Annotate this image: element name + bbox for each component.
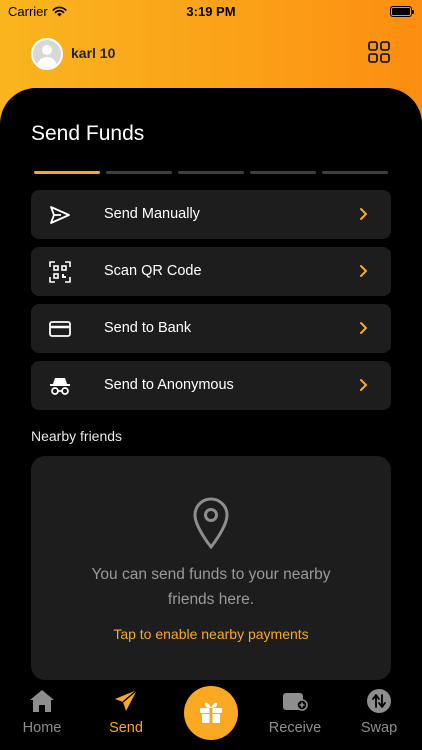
send-arrow-icon xyxy=(50,206,70,224)
chevron-right-icon xyxy=(360,208,367,220)
wallet-receive-icon xyxy=(283,693,308,711)
home-icon xyxy=(30,690,54,712)
username: karl 10 xyxy=(71,45,116,61)
nearby-message: You can send funds to your nearby friend… xyxy=(91,566,331,608)
app-header: karl 10 xyxy=(31,36,391,72)
chevron-right-icon xyxy=(360,265,367,277)
progress-step-3 xyxy=(178,171,244,174)
tab-swap[interactable]: Swap xyxy=(339,684,419,744)
bank-card-icon xyxy=(49,321,71,337)
status-bar: Carrier 3:19 PM xyxy=(0,0,422,24)
progress-step-1 xyxy=(34,171,100,174)
battery-icon xyxy=(390,6,414,17)
gift-button[interactable] xyxy=(184,686,238,740)
nearby-friends-heading: Nearby friends xyxy=(31,428,123,444)
progress-step-2 xyxy=(106,171,172,174)
option-label: Send to Anonymous xyxy=(104,377,234,393)
grid-icon[interactable] xyxy=(367,40,391,64)
option-label: Scan QR Code xyxy=(104,263,202,279)
progress-step-5 xyxy=(322,171,388,174)
tab-label: Home xyxy=(22,720,62,736)
bottom-tab-bar: Home Send Receive Swap xyxy=(0,684,422,750)
tab-label: Receive xyxy=(268,720,322,736)
location-pin-icon xyxy=(193,497,229,550)
status-time: 3:19 PM xyxy=(186,4,236,19)
incognito-icon xyxy=(50,378,70,395)
option-label: Send Manually xyxy=(104,206,200,222)
nearby-friends-card: You can send funds to your nearby friend… xyxy=(31,456,391,680)
tab-label: Send xyxy=(109,720,143,736)
user-avatar-icon[interactable] xyxy=(31,38,63,70)
send-manually-option[interactable]: Send Manually xyxy=(31,190,391,239)
progress-step-4 xyxy=(250,171,316,174)
send-anonymous-option[interactable]: Send to Anonymous xyxy=(31,361,391,410)
send-options-list: Send Manually Scan QR Code Send to Bank … xyxy=(31,190,391,418)
chevron-right-icon xyxy=(360,379,367,391)
tab-receive[interactable]: Receive xyxy=(255,684,335,744)
progress-steps xyxy=(34,171,388,174)
qr-scan-icon xyxy=(49,261,71,283)
option-label: Send to Bank xyxy=(104,320,192,336)
enable-nearby-link[interactable]: Tap to enable nearby payments xyxy=(31,626,391,642)
page-title: Send Funds xyxy=(31,122,145,145)
gift-icon xyxy=(200,702,222,723)
swap-icon xyxy=(367,689,391,713)
send-to-bank-option[interactable]: Send to Bank xyxy=(31,304,391,353)
paper-plane-icon xyxy=(115,689,138,711)
chevron-right-icon xyxy=(360,322,367,334)
scan-qr-option[interactable]: Scan QR Code xyxy=(31,247,391,296)
tab-label: Swap xyxy=(360,720,398,736)
tab-home[interactable]: Home xyxy=(2,684,82,744)
tab-send[interactable]: Send xyxy=(86,684,166,744)
